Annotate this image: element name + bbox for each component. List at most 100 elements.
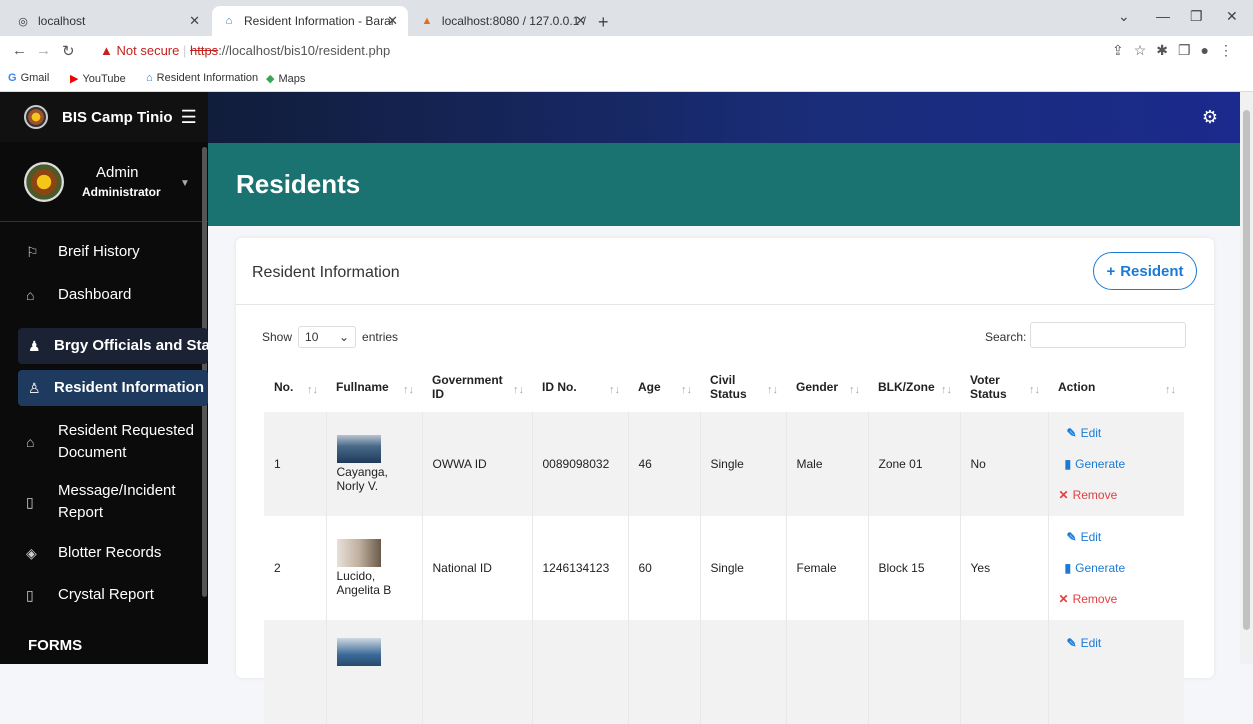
address-bar: ← → ↻ ▲ Not secure | https://localhost/b… xyxy=(0,36,1253,66)
sidebar-item-blotter[interactable]: ◈ Blotter Records xyxy=(0,540,208,566)
bookmark-gmail[interactable]: G Gmail xyxy=(8,72,49,84)
brand[interactable]: BIS Camp Tinio ☰ xyxy=(0,92,208,142)
entries-select[interactable]: 10 ⌄ xyxy=(298,326,357,348)
warning-icon: ▲ xyxy=(100,43,113,58)
sidebar-item-dashboard[interactable]: ⌂ Dashboard xyxy=(0,282,208,308)
resident-photo[interactable] xyxy=(336,638,381,666)
bookmark-resident[interactable]: ⌂ Resident Information xyxy=(146,72,258,84)
edit-icon: ✎ xyxy=(1066,530,1077,544)
remove-button[interactable]: ✕ Remove xyxy=(1059,488,1175,502)
page-title: Residents xyxy=(236,169,361,199)
user-role: Administrator xyxy=(82,185,161,199)
col-zone[interactable]: BLK/Zone ↑↓ xyxy=(868,362,960,412)
menu-icon[interactable]: ☰ xyxy=(181,107,197,128)
browser-toolbar-icons[interactable]: ⇪☆✱❐●⋮ xyxy=(1112,42,1243,59)
new-tab-button[interactable]: + xyxy=(598,12,609,33)
edit-button[interactable]: ✎ Edit xyxy=(1067,530,1175,544)
forms-heading: FORMS xyxy=(28,637,83,654)
app-icon: ⌂ xyxy=(225,15,233,27)
google-icon: G xyxy=(8,72,17,84)
tab-search-icon[interactable]: ⌄ xyxy=(1118,8,1130,25)
bookmark-youtube[interactable]: ▶ YouTube xyxy=(70,72,126,86)
bookmark-maps[interactable]: ◆ Maps xyxy=(266,72,305,86)
browser-tab-localhost[interactable]: ◎ localhost ✕ xyxy=(6,6,210,36)
home-icon: ⌂ xyxy=(26,287,35,303)
page-header: Residents xyxy=(208,143,1240,226)
generate-button[interactable]: ▮ Generate xyxy=(1065,457,1175,471)
sidebar-item-crystal[interactable]: ▯ Crystal Report xyxy=(0,582,208,608)
gear-icon[interactable]: ⚙ xyxy=(1202,107,1218,128)
reload-icon[interactable]: ↻ xyxy=(62,42,75,60)
minimize-button[interactable]: — xyxy=(1156,8,1170,24)
entries-control: Show 10 ⌄ entries xyxy=(262,326,398,348)
remove-button[interactable]: ✕ Remove xyxy=(1059,592,1175,606)
url-field[interactable]: ▲ Not secure | https://localhost/bis10/r… xyxy=(100,43,390,58)
phpmyadmin-icon: ▲ xyxy=(421,15,433,27)
sidebar: BIS Camp Tinio ☰ Admin Administrator ▼ ⚐… xyxy=(0,92,208,664)
sidebar-item-residents[interactable]: ♙ Resident Information xyxy=(18,370,208,406)
close-icon: ✕ xyxy=(1058,592,1069,606)
resident-photo[interactable] xyxy=(336,435,381,463)
search-label: Search: xyxy=(985,330,1027,344)
table-row: 1 Cayanga, Norly V. OWWA ID 0089098032 4… xyxy=(264,412,1184,516)
page-scrollbar[interactable] xyxy=(1240,92,1253,664)
browser-tabbar: ◎ localhost ✕ ⌂ Resident Information - B… xyxy=(0,0,1253,36)
resident-card: Resident Information + Resident Show 10 … xyxy=(236,238,1214,724)
youtube-icon: ▶ xyxy=(70,73,79,85)
edit-icon: ✎ xyxy=(1066,636,1077,650)
app-icon: ⌂ xyxy=(146,72,153,84)
col-id-no[interactable]: ID No. ↑↓ xyxy=(532,362,628,412)
plus-icon: + xyxy=(1106,262,1116,280)
user-panel[interactable]: Admin Administrator ▼ xyxy=(0,142,208,222)
browser-tab-phpmyadmin[interactable]: ▲ localhost:8080 / 127.0.0.1 / web ✕ xyxy=(410,6,596,36)
layers-icon: ◈ xyxy=(26,544,37,561)
table-row: ✎ Edit xyxy=(264,620,1184,724)
forward-icon[interactable]: → xyxy=(36,42,51,59)
sidebar-item-requested-doc[interactable]: ⌂ Resident Requested Document xyxy=(0,420,208,464)
edit-button[interactable]: ✎ Edit xyxy=(1067,636,1175,650)
col-civil[interactable]: Civil Status ↑↓ xyxy=(700,362,786,412)
edit-button[interactable]: ✎ Edit xyxy=(1067,426,1175,440)
search-input[interactable] xyxy=(1030,322,1186,348)
generate-button[interactable]: ▮ Generate xyxy=(1065,561,1175,575)
top-navbar: ⚙ xyxy=(208,92,1240,143)
col-gender[interactable]: Gender ↑↓ xyxy=(786,362,868,412)
sidebar-item-incident[interactable]: ▯ Message/Incident Report xyxy=(0,480,208,524)
edit-icon: ✎ xyxy=(1066,426,1077,440)
logo-icon xyxy=(24,105,48,129)
globe-icon: ◎ xyxy=(18,15,28,28)
users-icon: ♙ xyxy=(28,379,41,396)
sidebar-item-history[interactable]: ⚐ Breif History xyxy=(0,239,208,265)
sidebar-item-officials[interactable]: ♟ Brgy Officials and Staf xyxy=(18,328,208,364)
bookmarks-bar: G Gmail ▶ YouTube ⌂ Resident Information… xyxy=(0,66,1253,92)
browser-tab-resident[interactable]: ⌂ Resident Information - Barangay ✕ xyxy=(212,6,408,36)
col-age[interactable]: Age ↑↓ xyxy=(628,362,700,412)
close-window-button[interactable]: ✕ xyxy=(1226,8,1238,25)
file-icon: ▯ xyxy=(26,586,34,603)
avatar xyxy=(24,161,64,202)
back-icon[interactable]: ← xyxy=(12,42,27,59)
close-icon[interactable]: ✕ xyxy=(575,13,586,29)
file-icon: ▮ xyxy=(1064,561,1072,575)
card-title: Resident Information xyxy=(252,264,400,281)
close-icon[interactable]: ✕ xyxy=(387,13,398,29)
col-fullname[interactable]: Fullname ↑↓ xyxy=(326,362,422,412)
chevron-down-icon: ⌄ xyxy=(338,330,350,344)
caret-down-icon[interactable]: ▼ xyxy=(180,178,190,189)
close-icon: ✕ xyxy=(1058,488,1069,502)
col-voter[interactable]: Voter Status ↑↓ xyxy=(960,362,1048,412)
col-gov-id[interactable]: Government ID ↑↓ xyxy=(422,362,532,412)
maps-icon: ◆ xyxy=(266,73,275,85)
file-icon: ▮ xyxy=(1064,457,1072,471)
add-resident-button[interactable]: + Resident xyxy=(1093,252,1197,290)
user-icon: ♟ xyxy=(28,337,41,354)
resident-photo[interactable] xyxy=(336,539,381,567)
maximize-button[interactable]: ❐ xyxy=(1190,8,1203,25)
table-row: 2 Lucido, Angelita B National ID 1246134… xyxy=(264,516,1184,620)
home-icon: ⌂ xyxy=(26,434,35,450)
close-icon[interactable]: ✕ xyxy=(189,13,200,29)
col-no[interactable]: No. ↑↓ xyxy=(264,362,326,412)
signpost-icon: ⚐ xyxy=(26,243,39,260)
residents-table: No. ↑↓ Fullname ↑↓ Government ID ↑↓ ID No. ↑… xyxy=(264,362,1184,724)
col-action[interactable]: Action ↑↓ xyxy=(1048,362,1184,412)
